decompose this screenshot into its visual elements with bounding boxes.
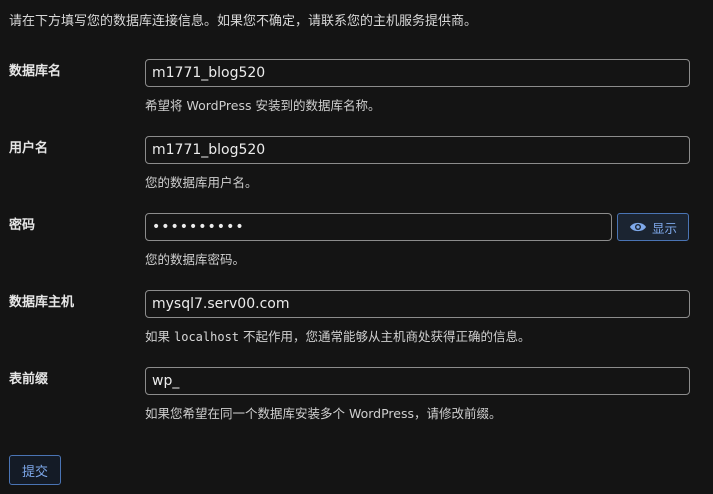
- dbhost-help-after: 不起作用，您通常能够从主机商处获得正确的信息。: [243, 329, 531, 344]
- password-input[interactable]: ••••••••••: [145, 213, 612, 241]
- dbhost-input[interactable]: mysql7.serv00.com: [145, 290, 690, 318]
- username-help: 您的数据库用户名。: [145, 175, 258, 190]
- dbname-label: 数据库名: [9, 64, 62, 79]
- intro-text: 请在下方填写您的数据库连接信息。如果您不确定，请联系您的主机服务提供商。: [9, 14, 478, 29]
- prefix-input[interactable]: wp_: [145, 367, 690, 395]
- dbname-help: 希望将 WordPress 安装到的数据库名称。: [145, 98, 381, 113]
- password-help: 您的数据库密码。: [145, 252, 246, 267]
- dbhost-label: 数据库主机: [9, 295, 75, 310]
- show-password-button[interactable]: 显示: [617, 213, 689, 241]
- username-input[interactable]: m1771_blog520: [145, 136, 690, 164]
- dbhost-help-before: 如果: [145, 329, 171, 344]
- eye-icon: [629, 221, 647, 233]
- dbhost-help-code: localhost: [174, 330, 240, 344]
- submit-button[interactable]: 提交: [9, 455, 61, 485]
- prefix-label: 表前缀: [9, 372, 49, 387]
- dbname-input[interactable]: m1771_blog520: [145, 59, 690, 87]
- password-label: 密码: [9, 218, 36, 233]
- username-label: 用户名: [9, 141, 49, 156]
- prefix-help: 如果您希望在同一个数据库安装多个 WordPress，请修改前缀。: [145, 406, 502, 421]
- show-password-label: 显示: [651, 220, 677, 236]
- dbhost-help: 如果 localhost 不起作用，您通常能够从主机商处获得正确的信息。: [145, 326, 531, 345]
